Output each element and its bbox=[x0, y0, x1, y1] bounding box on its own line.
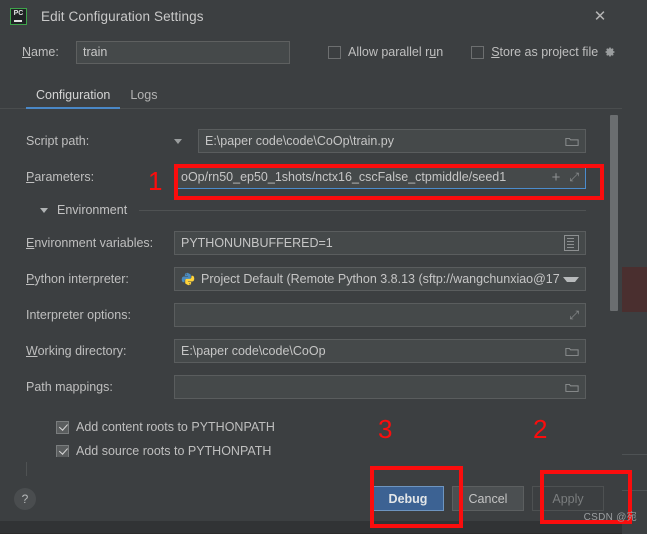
parameters-row: Parameters: oOp/rn50_ep50_1shots/nctx16_… bbox=[26, 159, 586, 195]
store-as-project-file-box[interactable] bbox=[471, 45, 485, 59]
allow-parallel-run-label: Allow parallel run bbox=[348, 45, 444, 59]
chevron-down-icon[interactable] bbox=[174, 138, 182, 144]
store-as-project-file-checkbox[interactable]: Store as project file bbox=[471, 45, 616, 59]
tab-configuration[interactable]: Configuration bbox=[26, 88, 121, 109]
help-icon[interactable]: ? bbox=[14, 487, 36, 510]
chevron-down-icon[interactable] bbox=[563, 276, 579, 282]
action-buttons: Debug Cancel Apply bbox=[372, 486, 604, 511]
add-content-roots-box[interactable] bbox=[56, 420, 69, 434]
pycharm-icon-text: PC bbox=[13, 9, 24, 17]
python-icon bbox=[181, 272, 195, 286]
path-mappings-row: Path mappings: bbox=[26, 369, 586, 405]
vertical-scrollbar[interactable] bbox=[610, 113, 618, 453]
tab-logs[interactable]: Logs bbox=[120, 88, 167, 108]
folder-icon[interactable] bbox=[565, 382, 579, 393]
env-variables-input[interactable]: PYTHONUNBUFFERED=1 bbox=[174, 231, 586, 255]
script-path-label: Script path: bbox=[26, 134, 90, 148]
expand-icon[interactable]: ⤢ bbox=[569, 309, 579, 321]
store-as-project-file-label: Store as project file bbox=[491, 45, 599, 59]
name-label-rest: ame: bbox=[31, 45, 59, 59]
dialog-tabs: Configuration Logs bbox=[0, 80, 622, 109]
gear-icon[interactable] bbox=[604, 46, 616, 58]
edit-configuration-dialog: PC Edit Configuration Settings ✕ Name: A… bbox=[0, 0, 622, 521]
add-content-roots-label: Add content roots to PYTHONPATH bbox=[76, 420, 275, 434]
add-content-roots-checkbox[interactable]: Add content roots to PYTHONPATH bbox=[56, 415, 586, 439]
scrollbar-thumb[interactable] bbox=[610, 115, 618, 311]
parameters-input[interactable]: oOp/rn50_ep50_1shots/nctx16_cscFalse_ctp… bbox=[174, 165, 586, 189]
path-mappings-trailing bbox=[557, 382, 579, 393]
name-input[interactable] bbox=[76, 40, 290, 64]
folder-icon[interactable] bbox=[565, 136, 579, 147]
parameters-value: oOp/rn50_ep50_1shots/nctx16_cscFalse_ctp… bbox=[181, 170, 507, 184]
close-icon[interactable]: ✕ bbox=[578, 0, 622, 32]
working-directory-row: Working directory: E:\paper code\code\Co… bbox=[26, 333, 586, 369]
dialog-title: Edit Configuration Settings bbox=[41, 8, 204, 24]
name-label-mnemonic: N bbox=[22, 45, 32, 59]
interpreter-options-input[interactable]: ⤢ bbox=[174, 303, 586, 327]
path-mappings-label: Path mappings: bbox=[26, 380, 113, 394]
script-path-value: E:\paper code\code\CoOp\train.py bbox=[205, 134, 395, 148]
expand-icon[interactable]: ⤢ bbox=[569, 171, 579, 183]
settings-scroll-area: Script path: E:\paper code\code\CoOp\tra… bbox=[0, 109, 622, 457]
interpreter-options-label: Interpreter options: bbox=[26, 308, 131, 322]
env-variables-value: PYTHONUNBUFFERED=1 bbox=[181, 236, 333, 250]
env-variables-trailing bbox=[556, 235, 579, 251]
working-directory-trailing bbox=[557, 346, 579, 357]
allow-parallel-run-box[interactable] bbox=[328, 45, 341, 59]
pythonpath-options: Add content roots to PYTHONPATH Add sour… bbox=[26, 405, 586, 457]
env-variables-row: Environment variables: PYTHONUNBUFFERED=… bbox=[26, 225, 586, 261]
debug-button[interactable]: Debug bbox=[372, 486, 444, 511]
name-row: Name: Allow parallel run Store as projec… bbox=[0, 32, 622, 66]
add-source-roots-label: Add source roots to PYTHONPATH bbox=[76, 444, 272, 457]
pycharm-icon: PC bbox=[10, 7, 27, 25]
python-interpreter-label: Python interpreter: bbox=[26, 272, 129, 286]
script-path-trailing bbox=[557, 136, 579, 147]
working-directory-value: E:\paper code\code\CoOp bbox=[181, 344, 326, 358]
folder-icon[interactable] bbox=[565, 346, 579, 357]
cancel-button[interactable]: Cancel bbox=[452, 486, 524, 511]
ide-background-panel bbox=[622, 0, 647, 267]
add-source-roots-checkbox[interactable]: Add source roots to PYTHONPATH bbox=[56, 439, 586, 457]
environment-group-header[interactable]: Environment bbox=[26, 197, 586, 223]
apply-button[interactable]: Apply bbox=[532, 486, 604, 511]
working-directory-label: Working directory: bbox=[26, 344, 127, 358]
working-directory-input[interactable]: E:\paper code\code\CoOp bbox=[174, 339, 586, 363]
ide-background-statusbar bbox=[622, 490, 647, 534]
group-divider bbox=[139, 209, 586, 211]
chevron-down-icon[interactable] bbox=[40, 207, 48, 213]
name-label: Name: bbox=[22, 45, 76, 59]
env-variables-label: Environment variables: bbox=[26, 236, 154, 250]
list-editor-icon[interactable] bbox=[564, 235, 579, 251]
parameters-label: Parameters: bbox=[26, 170, 95, 184]
path-mappings-input[interactable] bbox=[174, 375, 586, 399]
add-source-roots-box[interactable] bbox=[56, 444, 69, 457]
allow-parallel-run-checkbox[interactable]: Allow parallel run bbox=[328, 45, 443, 59]
plus-icon[interactable]: + bbox=[552, 170, 561, 185]
script-path-row: Script path: E:\paper code\code\CoOp\tra… bbox=[26, 123, 586, 159]
configuration-form: Script path: E:\paper code\code\CoOp\tra… bbox=[0, 109, 622, 457]
parameters-trailing: + ⤢ bbox=[544, 170, 579, 185]
python-interpreter-select[interactable]: Project Default (Remote Python 3.8.13 (s… bbox=[174, 267, 586, 291]
python-interpreter-value: Project Default (Remote Python 3.8.13 (s… bbox=[201, 272, 560, 286]
script-path-input[interactable]: E:\paper code\code\CoOp\train.py bbox=[198, 129, 586, 153]
environment-group-title: Environment bbox=[57, 203, 128, 217]
ide-background-highlight bbox=[622, 267, 647, 312]
ide-background-panel-lower bbox=[622, 312, 647, 454]
python-interpreter-row: Python interpreter: Project Default (Rem… bbox=[26, 261, 586, 297]
dialog-button-bar: ? Debug Cancel Apply bbox=[0, 476, 622, 521]
bottom-divider bbox=[26, 462, 27, 476]
interpreter-options-row: Interpreter options: ⤢ bbox=[26, 297, 586, 333]
dialog-titlebar: PC Edit Configuration Settings ✕ bbox=[0, 0, 622, 32]
interpreter-options-trailing: ⤢ bbox=[561, 309, 579, 321]
